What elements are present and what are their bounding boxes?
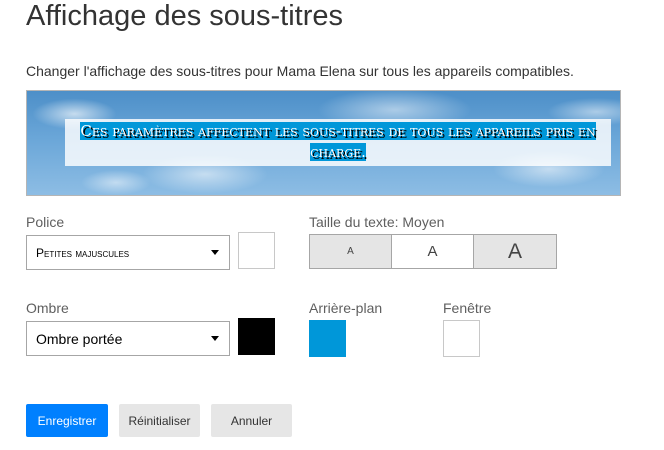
- shadow-select[interactable]: Ombre portée: [26, 321, 230, 356]
- background-label: Arrière-plan: [309, 300, 383, 316]
- shadow-label: Ombre: [26, 300, 69, 316]
- text-size-selector: A A A: [309, 234, 557, 269]
- font-select[interactable]: Petites majuscules: [26, 235, 230, 270]
- window-color-swatch[interactable]: [443, 320, 480, 357]
- text-size-medium-button[interactable]: A: [392, 235, 474, 268]
- font-select-value: Petites majuscules: [36, 245, 130, 260]
- text-size-small-button[interactable]: A: [310, 235, 392, 268]
- save-button[interactable]: Enregistrer: [26, 404, 108, 437]
- preview-window: Ces paramètres affectent les sous-titres…: [65, 119, 611, 166]
- background-color-swatch[interactable]: [309, 320, 346, 357]
- shadow-color-swatch[interactable]: [238, 318, 275, 355]
- preview-subtitle-text: Ces paramètres affectent les sous-titres…: [80, 122, 596, 161]
- text-size-large-button[interactable]: A: [474, 235, 556, 268]
- page-description: Changer l'affichage des sous-titres pour…: [26, 63, 574, 79]
- page-title: Affichage des sous-titres: [26, 0, 344, 32]
- text-size-label: Taille du texte: Moyen: [309, 214, 445, 230]
- shadow-select-value: Ombre portée: [36, 330, 123, 347]
- font-label: Police: [26, 214, 65, 230]
- font-color-swatch[interactable]: [238, 232, 275, 269]
- reset-button[interactable]: Réinitialiser: [119, 404, 200, 437]
- chevron-down-icon: [211, 250, 219, 255]
- window-label: Fenêtre: [443, 300, 492, 316]
- cancel-button[interactable]: Annuler: [211, 404, 292, 437]
- chevron-down-icon: [211, 336, 219, 341]
- subtitle-preview: Ces paramètres affectent les sous-titres…: [26, 90, 621, 196]
